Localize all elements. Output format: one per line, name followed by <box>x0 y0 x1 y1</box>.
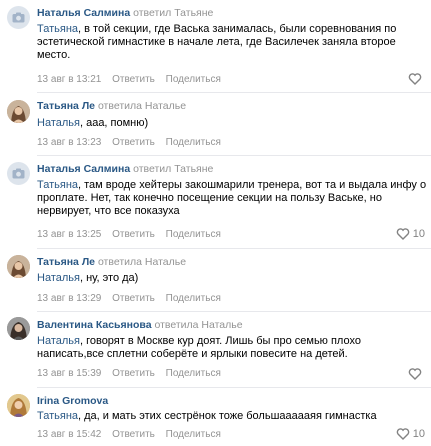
avatar[interactable] <box>7 317 30 340</box>
reply-button[interactable]: Ответить <box>112 74 155 85</box>
timestamp[interactable]: 13 авг в 15:39 <box>37 368 101 379</box>
comment-header: Валентина Касьянова ответила Наталье <box>37 319 243 331</box>
reply-button[interactable]: Ответить <box>112 229 155 240</box>
comment-body: , ааа, помню) <box>79 117 149 129</box>
divider <box>37 387 431 388</box>
reply-button[interactable]: Ответить <box>112 137 155 148</box>
author-name[interactable]: Irina Gromova <box>37 395 108 407</box>
camera-icon <box>12 12 25 23</box>
share-button[interactable]: Поделиться <box>166 137 221 148</box>
comment-text: Наталья, говорят в Москве кур доят. Лишь… <box>37 335 427 361</box>
share-button[interactable]: Поделиться <box>166 293 221 304</box>
addressee-link[interactable]: Татьяна <box>37 179 78 191</box>
comment-meta: 13 авг в 15:42 Ответить Поделиться <box>37 429 221 440</box>
comment-meta: 13 авг в 13:25 Ответить Поделиться <box>37 229 221 240</box>
author-name[interactable]: Наталья Салмина <box>37 163 130 175</box>
timestamp[interactable]: 13 авг в 13:29 <box>37 293 101 304</box>
comment-meta: 13 авг в 13:29 Ответить Поделиться <box>37 293 221 304</box>
reply-button[interactable]: Ответить <box>112 368 155 379</box>
avatar[interactable] <box>7 100 30 123</box>
divider <box>37 248 431 249</box>
comment-header: Татьяна Ле ответила Наталье <box>37 256 186 268</box>
comment-body: , там вроде хейтеры закошмарили тренера,… <box>37 179 427 218</box>
heart-icon <box>408 73 422 85</box>
author-name[interactable]: Татьяна Ле <box>37 256 95 268</box>
divider <box>37 311 431 312</box>
author-name[interactable]: Татьяна Ле <box>37 100 95 112</box>
comment-header: Татьяна Ле ответила Наталье <box>37 100 186 112</box>
comment-header: Наталья Салмина ответил Татьяне <box>37 163 213 175</box>
reply-context[interactable]: ответил Татьяне <box>133 7 213 19</box>
user-photo-icon <box>7 394 30 417</box>
comment-meta: 13 авг в 15:39 Ответить Поделиться <box>37 368 221 379</box>
like-button[interactable] <box>408 368 425 380</box>
share-button[interactable]: Поделиться <box>166 229 221 240</box>
comment-text: Татьяна, да, и мать этих сестрёнок тоже … <box>37 410 427 423</box>
comment-header: Наталья Салмина ответил Татьяне <box>37 7 213 19</box>
reply-button[interactable]: Ответить <box>112 429 155 440</box>
comment-header: Irina Gromova <box>37 395 108 407</box>
addressee-link[interactable]: Наталья <box>37 272 80 284</box>
user-photo-icon <box>7 317 30 340</box>
addressee-link[interactable]: Татьяна <box>37 410 78 422</box>
timestamp[interactable]: 13 авг в 13:25 <box>37 229 101 240</box>
heart-icon <box>396 428 410 440</box>
timestamp[interactable]: 13 авг в 15:42 <box>37 429 101 440</box>
reply-context[interactable]: ответила Наталье <box>98 256 186 268</box>
comment-body: , да, и мать этих сестрёнок тоже большаа… <box>78 410 377 422</box>
heart-icon <box>408 368 422 380</box>
comment-meta: 13 авг в 13:21 Ответить Поделиться <box>37 74 221 85</box>
addressee-link[interactable]: Наталья <box>37 335 80 347</box>
heart-icon <box>396 228 410 240</box>
timestamp[interactable]: 13 авг в 13:23 <box>37 137 101 148</box>
share-button[interactable]: Поделиться <box>166 74 221 85</box>
comment-text: Татьяна, в той секции, где Васька занима… <box>37 23 427 63</box>
comment-body: , говорят в Москве кур доят. Лишь бы про… <box>37 335 361 361</box>
avatar[interactable] <box>7 394 30 417</box>
addressee-link[interactable]: Татьяна <box>37 23 78 35</box>
avatar[interactable] <box>7 255 30 278</box>
share-button[interactable]: Поделиться <box>166 368 221 379</box>
author-name[interactable]: Валентина Касьянова <box>37 319 152 331</box>
like-count: 10 <box>412 428 425 440</box>
user-photo-icon <box>7 255 30 278</box>
like-count: 10 <box>412 228 425 240</box>
divider <box>37 155 431 156</box>
author-name[interactable]: Наталья Салмина <box>37 7 130 19</box>
share-button[interactable]: Поделиться <box>166 429 221 440</box>
reply-context[interactable]: ответила Наталье <box>154 319 242 331</box>
divider <box>37 92 431 93</box>
like-button[interactable]: 10 <box>396 228 425 240</box>
comment-text: Татьяна, там вроде хейтеры закошмарили т… <box>37 179 427 219</box>
avatar[interactable] <box>7 6 30 29</box>
timestamp[interactable]: 13 авг в 13:21 <box>37 74 101 85</box>
comment-meta: 13 авг в 13:23 Ответить Поделиться <box>37 137 221 148</box>
like-button[interactable]: 10 <box>396 428 425 440</box>
reply-button[interactable]: Ответить <box>112 293 155 304</box>
reply-context[interactable]: ответил Татьяне <box>133 163 213 175</box>
comment-text: Наталья, ну, это да) <box>37 272 427 285</box>
addressee-link[interactable]: Наталья <box>37 117 80 129</box>
like-button[interactable] <box>408 73 425 85</box>
comment-body: , в той секции, где Васька занималась, б… <box>37 23 397 62</box>
comment-text: Наталья, ааа, помню) <box>37 117 427 130</box>
avatar[interactable] <box>7 162 30 185</box>
camera-icon <box>12 168 25 179</box>
reply-context[interactable]: ответила Наталье <box>98 100 186 112</box>
user-photo-icon <box>7 100 30 123</box>
comment-body: , ну, это да) <box>79 272 139 284</box>
